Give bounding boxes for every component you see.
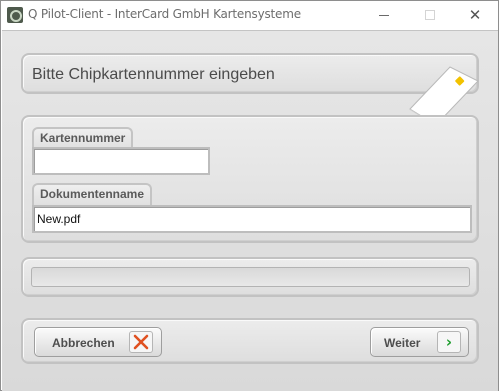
progress-panel bbox=[21, 257, 479, 297]
form-panel: Kartennummer Dokumentenname bbox=[21, 115, 479, 243]
close-window-button[interactable]: ✕ bbox=[452, 1, 498, 29]
close-x-icon bbox=[129, 331, 153, 353]
card-number-input[interactable] bbox=[32, 147, 210, 175]
document-name-label: Dokumentenname bbox=[32, 183, 153, 205]
next-button-label: Weiter bbox=[384, 336, 421, 350]
header-panel: Bitte Chipkartennummer eingeben bbox=[21, 53, 479, 126]
chevron-right-icon: › bbox=[437, 331, 461, 353]
cancel-button[interactable]: Abbrechen bbox=[34, 327, 162, 357]
client-area: Bitte Chipkartennummer eingeben Kartennu… bbox=[2, 30, 498, 391]
maximize-icon bbox=[425, 10, 435, 20]
cancel-button-label: Abbrechen bbox=[52, 336, 115, 350]
app-window: Q Pilot-Client - InterCard GmbH Kartensy… bbox=[0, 0, 499, 391]
actions-panel: Abbrechen Weiter › bbox=[21, 318, 479, 364]
document-name-input[interactable] bbox=[32, 205, 472, 233]
progress-bar bbox=[31, 267, 470, 287]
close-icon: ✕ bbox=[468, 6, 482, 24]
next-button[interactable]: Weiter › bbox=[370, 327, 469, 357]
maximize-button bbox=[407, 1, 453, 29]
title-bar[interactable]: Q Pilot-Client - InterCard GmbH Kartensy… bbox=[1, 1, 498, 29]
page-title: Bitte Chipkartennummer eingeben bbox=[32, 66, 275, 83]
minimize-button[interactable] bbox=[361, 1, 407, 29]
window-title: Q Pilot-Client - InterCard GmbH Kartensy… bbox=[28, 7, 301, 21]
app-logo-icon bbox=[7, 7, 23, 23]
minimize-icon bbox=[379, 14, 389, 16]
card-number-label: Kartennummer bbox=[32, 127, 134, 149]
